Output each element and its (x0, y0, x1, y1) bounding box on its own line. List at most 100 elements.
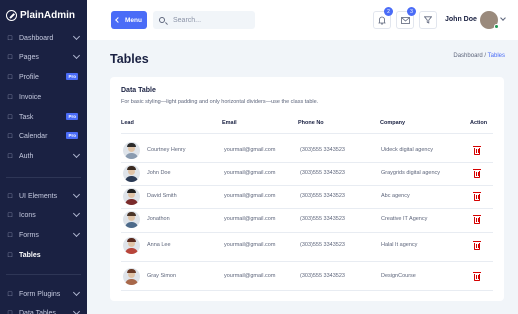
chevron-down-icon (72, 288, 81, 297)
sidebar-divider (6, 274, 81, 275)
avatar-body (125, 199, 138, 205)
sidebar-item-label: Tables (19, 251, 41, 259)
bell-icon (378, 16, 386, 24)
sidebar-item-pages[interactable]: □ Pages (0, 50, 87, 64)
delete-icon[interactable] (473, 272, 481, 281)
sidebar-item-invoice[interactable]: □ Invoice (0, 90, 87, 104)
avatar-body (125, 248, 138, 254)
company-cell: Halal It agency (381, 242, 418, 248)
sidebar-item-label: Calendar (19, 132, 48, 140)
sidebar-item-ui-elements[interactable]: □ UI Elements (0, 189, 87, 203)
avatar-hair (127, 166, 136, 170)
sidebar-item-forms[interactable]: □ Forms (0, 228, 87, 242)
avatar-hair (127, 269, 136, 273)
phone-cell: (303)555 3343523 (300, 242, 345, 248)
pro-badge: Pro (66, 73, 78, 80)
message-count: 3 (407, 7, 416, 16)
email-cell: yourmail@gmail.com (224, 273, 276, 279)
header-divider (121, 133, 493, 134)
delete-icon[interactable] (473, 192, 481, 201)
table-row: Courtney Henry yourmail@gmail.com (303)555… (110, 139, 504, 162)
lead-avatar (123, 188, 140, 205)
row-divider (121, 290, 493, 291)
lead-avatar (123, 211, 140, 228)
delete-icon[interactable] (473, 169, 481, 178)
online-status-indicator (494, 24, 499, 29)
lead-avatar (123, 237, 140, 254)
sidebar-item-task[interactable]: □ Task Pro (0, 110, 87, 124)
lead-name: John Doe (147, 170, 171, 176)
calendar-icon: □ (7, 132, 13, 140)
user-icon: □ (7, 73, 13, 81)
breadcrumb: Dashboard / Tables (453, 53, 505, 59)
sidebar: PlainAdmin □ Dashboard □ Pages □ Profile Pro □ I… (0, 0, 87, 314)
row-divider (121, 261, 493, 262)
data-table-card: Data Table For basic styling—light paddi… (110, 77, 504, 301)
sidebar-item-label: Forms (19, 231, 39, 239)
chevron-down-icon (72, 32, 81, 41)
lead-avatar (123, 268, 140, 285)
user-avatar[interactable] (480, 11, 499, 29)
company-cell: Abc agency (381, 193, 410, 199)
filter-button[interactable] (419, 11, 437, 29)
logo-icon (6, 9, 17, 21)
lead-name: Jonathon (147, 216, 170, 222)
mail-icon (400, 16, 410, 24)
forms-icon: □ (7, 231, 13, 239)
delete-icon[interactable] (473, 146, 481, 155)
lead-name: Anna Lee (147, 242, 171, 248)
icons-icon: □ (7, 211, 13, 219)
email-cell: yourmail@gmail.com (224, 147, 276, 153)
chevron-down-icon (72, 209, 81, 218)
table-row: Jonathon yourmail@gmail.com (303)555 33435… (110, 208, 504, 231)
invoice-icon: □ (7, 93, 13, 101)
pro-badge: Pro (66, 132, 78, 139)
delete-icon[interactable] (473, 215, 481, 224)
avatar-body (125, 222, 138, 228)
table-row: Anna Lee yourmail@gmail.com (303)555 33435… (110, 234, 504, 257)
sidebar-item-label: Task (19, 113, 34, 121)
chevron-down-icon[interactable] (500, 15, 506, 21)
search-input[interactable]: Search... (153, 11, 255, 29)
sidebar-item-form-plugins[interactable]: □ Form Plugins (0, 287, 87, 301)
sidebar-item-label: Data Tables (19, 309, 56, 314)
sidebar-item-label: Icons (19, 211, 36, 219)
avatar-hair (127, 238, 136, 242)
messages-button[interactable]: 3 (396, 7, 416, 29)
breadcrumb-current: Tables (487, 53, 505, 59)
lock-icon: □ (7, 152, 13, 160)
page-title: Tables (110, 52, 149, 66)
company-cell: Uideck digital agency (381, 147, 433, 153)
table-row: John Doe yourmail@gmail.com (303)555 33435… (110, 162, 504, 185)
notification-button[interactable]: 2 (373, 7, 393, 29)
phone-cell: (303)555 3343523 (300, 273, 345, 279)
company-cell: Creative IT Agency (381, 216, 428, 222)
sidebar-divider (6, 177, 81, 178)
table-row: Gray Simon yourmail@gmail.com (303)555 334… (110, 265, 504, 288)
app-logo[interactable]: PlainAdmin (0, 0, 87, 30)
column-header-email: Email (222, 120, 237, 126)
pro-badge: Pro (66, 113, 78, 120)
phone-cell: (303)555 3343523 (300, 193, 345, 199)
column-header-company: Company (380, 120, 406, 126)
sidebar-item-label: Form Plugins (19, 290, 61, 298)
avatar-body (125, 279, 138, 285)
breadcrumb-dashboard[interactable]: Dashboard (453, 53, 482, 59)
card-subtitle: For basic styling—light padding and only… (121, 99, 319, 105)
phone-cell: (303)555 3343523 (300, 147, 345, 153)
menu-button[interactable]: Menu (111, 11, 147, 29)
sidebar-item-icons[interactable]: □ Icons (0, 208, 87, 222)
user-name[interactable]: John Doe (445, 16, 477, 23)
notification-count: 2 (384, 7, 393, 16)
sidebar-item-data-tables[interactable]: □ Data Tables (0, 306, 87, 314)
app-name: PlainAdmin (20, 9, 76, 21)
sidebar-item-tables[interactable]: □ Tables (0, 248, 87, 262)
column-header-lead: Lead (121, 120, 134, 126)
sidebar-item-auth[interactable]: □ Auth (0, 149, 87, 163)
company-cell: DesignCourse (381, 273, 416, 279)
filter-icon (424, 16, 432, 24)
sidebar-item-calendar[interactable]: □ Calendar Pro (0, 129, 87, 143)
sidebar-item-dashboard[interactable]: □ Dashboard (0, 31, 87, 45)
sidebar-item-profile[interactable]: □ Profile Pro (0, 70, 87, 84)
delete-icon[interactable] (473, 241, 481, 250)
